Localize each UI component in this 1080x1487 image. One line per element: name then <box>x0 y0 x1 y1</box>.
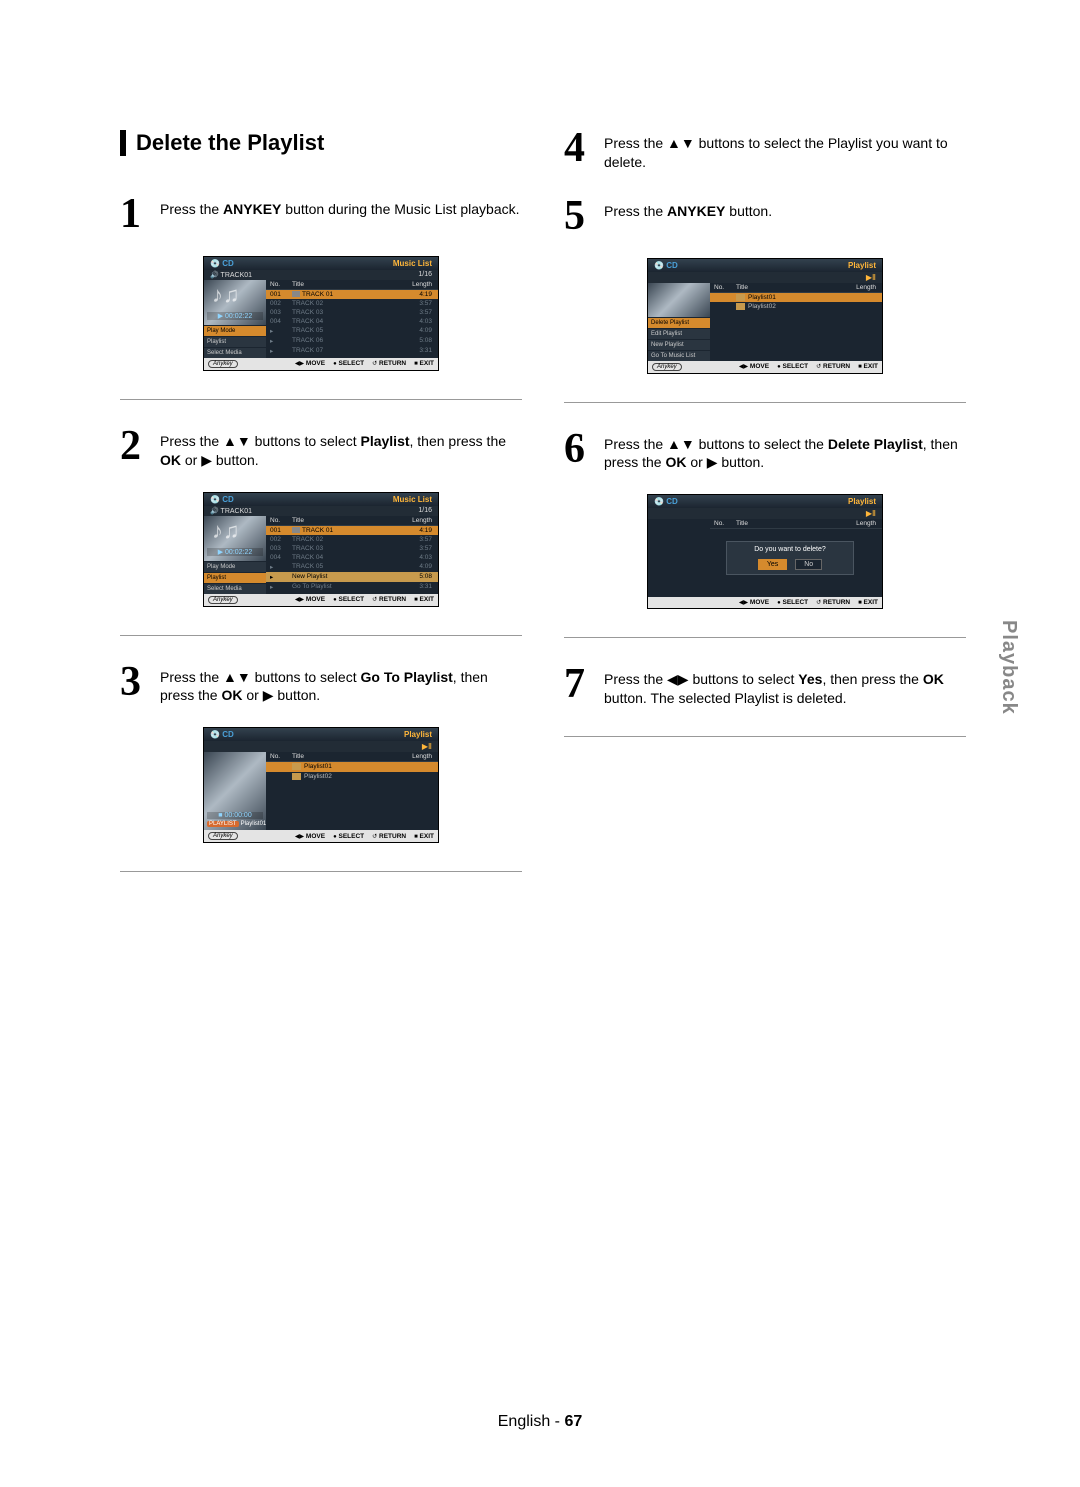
submenu-go-to-playlist[interactable]: ▸Go To Playlist3:31 <box>266 582 438 592</box>
step-number: 7 <box>564 666 592 704</box>
list-item[interactable]: Playlist01 <box>266 762 438 771</box>
screenshot-music-list-1: 💿 CD Music List 🔊 TRACK01 1/16 ♪♫ ▶ 00:0… <box>203 256 439 371</box>
playback-icon: ▶Ⅱ <box>866 509 876 518</box>
list-item[interactable]: 001TRACK 014:19 <box>266 290 438 299</box>
step-number: 2 <box>120 428 148 466</box>
list-item[interactable]: 002TRACK 023:57 <box>266 299 438 308</box>
list-item[interactable]: 001TRACK 014:19 <box>266 526 438 535</box>
submenu-new-playlist[interactable]: ▸New Playlist5:08 <box>266 572 438 582</box>
step-number: 1 <box>120 196 148 234</box>
separator <box>120 399 522 400</box>
step-number: 6 <box>564 431 592 469</box>
menu-playlist[interactable]: Playlist <box>204 336 266 347</box>
step-number: 4 <box>564 130 592 168</box>
list-item <box>710 315 882 317</box>
folder-icon <box>736 294 745 301</box>
list-header: No. Title Length <box>266 280 438 290</box>
text: Press the <box>160 201 223 217</box>
screen-name: Music List <box>393 259 432 268</box>
music-icon: ♪♫ <box>212 286 240 304</box>
menu-delete-playlist[interactable]: Delete Playlist <box>648 317 710 328</box>
separator <box>120 635 522 636</box>
playback-icon: ▶Ⅱ <box>866 273 876 282</box>
step-6: 6 Press the ▲▼ buttons to select the Del… <box>564 431 966 473</box>
no-button[interactable]: No <box>795 559 822 570</box>
step-text: Press the ANYKEY button. <box>604 198 772 221</box>
page-title: Delete the Playlist <box>120 130 522 156</box>
step-text: Press the ▲▼ buttons to select Go To Pla… <box>160 664 522 706</box>
screenshot-music-list-2: 💿 CD Music List 🔊 TRACK01 1/16 ♪♫ ▶ 00:0… <box>203 492 439 607</box>
menu-play-mode[interactable]: Play Mode <box>204 325 266 336</box>
step-3: 3 Press the ▲▼ buttons to select Go To P… <box>120 664 522 706</box>
step-5: 5 Press the ANYKEY button. <box>564 198 966 236</box>
chapter-tab: Playback <box>997 620 1020 715</box>
track-counter: 1/16 <box>418 271 432 279</box>
list-item[interactable]: 004TRACK 044:03 <box>266 317 438 326</box>
step-4: 4 Press the ▲▼ buttons to select the Pla… <box>564 130 966 172</box>
separator <box>564 637 966 638</box>
separator <box>564 736 966 737</box>
list-item[interactable]: 003TRACK 033:57 <box>266 308 438 317</box>
screenshot-playlist-menu: 💿 CD Playlist ▶Ⅱ Delete Playlist Edit Pl… <box>647 258 883 374</box>
menu-playlist[interactable]: Playlist <box>204 572 266 583</box>
list-item[interactable]: 002TRACK 023:57 <box>266 535 438 544</box>
list-item[interactable]: ▸TRACK 054:09 <box>266 326 438 336</box>
step-number: 5 <box>564 198 592 236</box>
list-item <box>266 787 438 789</box>
menu-go-to-music-list[interactable]: Go To Music List <box>648 350 710 361</box>
step-7: 7 Press the ◀▶ buttons to select Yes, th… <box>564 666 966 708</box>
list-item[interactable]: Playlist01 <box>710 293 882 302</box>
list-item[interactable]: 003TRACK 033:57 <box>266 544 438 553</box>
list-item[interactable]: Playlist02 <box>710 302 882 311</box>
anykey-button[interactable]: Anykey <box>652 363 682 371</box>
step-text: Press the ▲▼ buttons to select the Delet… <box>604 431 966 473</box>
yes-button[interactable]: Yes <box>758 559 787 570</box>
list-item[interactable]: ▸TRACK 065:08 <box>266 336 438 346</box>
track-name: 🔊 TRACK01 <box>210 271 252 279</box>
return-icon: ↺ <box>372 361 377 367</box>
step-1: 1 Press the ANYKEY button during the Mus… <box>120 196 522 234</box>
list-item[interactable]: 004TRACK 044:03 <box>266 553 438 562</box>
menu-select-media[interactable]: Select Media <box>204 347 266 358</box>
confirm-dialog: Do you want to delete? Yes No <box>726 541 854 575</box>
folder-icon <box>292 763 301 770</box>
folder-icon <box>292 773 301 780</box>
list-item[interactable]: Playlist02 <box>266 772 438 781</box>
list-item[interactable]: ▸TRACK 054:09 <box>266 562 438 572</box>
menu-edit-playlist[interactable]: Edit Playlist <box>648 328 710 339</box>
text: button during the Music List playback. <box>281 201 519 217</box>
page-footer: English - 67 <box>0 1413 1080 1431</box>
separator <box>564 402 966 403</box>
anykey-button[interactable]: Anykey <box>208 832 238 840</box>
music-icon: ♪♫ <box>212 522 240 540</box>
anykey-button[interactable]: Anykey <box>208 360 238 368</box>
step-text: Press the ▲▼ buttons to select Playlist,… <box>160 428 522 470</box>
screenshot-playlist-browse: 💿 CD Playlist ▶Ⅱ ■ 00:00:00 PLAYLISTPlay… <box>203 727 439 843</box>
cd-label: 💿 CD <box>210 259 234 268</box>
step-text: Press the ANYKEY button during the Music… <box>160 196 520 219</box>
nav-bar: Anykey ◀▶ MOVE ● SELECT ↺ RETURN ■ EXIT <box>204 358 438 370</box>
confirm-question: Do you want to delete? <box>731 546 849 553</box>
separator <box>120 871 522 872</box>
step-text: Press the ▲▼ buttons to select the Playl… <box>604 130 966 172</box>
menu-play-mode[interactable]: Play Mode <box>204 561 266 572</box>
list-item[interactable]: ▸TRACK 073:31 <box>266 346 438 356</box>
screenshot-delete-confirm: 💿 CD Playlist ▶Ⅱ No. Title Length <box>647 494 883 609</box>
select-icon: ● <box>333 361 337 367</box>
bold: ANYKEY <box>223 201 281 217</box>
step-text: Press the ◀▶ buttons to select Yes, then… <box>604 666 966 708</box>
step-2: 2 Press the ▲▼ buttons to select Playlis… <box>120 428 522 470</box>
playback-icon: ▶Ⅱ <box>422 742 432 751</box>
anykey-button[interactable]: Anykey <box>208 596 238 604</box>
exit-icon: ■ <box>414 361 418 367</box>
menu-select-media[interactable]: Select Media <box>204 583 266 594</box>
elapsed-time: ▶ 00:02:22 <box>207 312 263 320</box>
folder-icon <box>736 303 745 310</box>
menu-new-playlist[interactable]: New Playlist <box>648 339 710 350</box>
move-icon: ◀▶ <box>295 361 304 367</box>
step-number: 3 <box>120 664 148 702</box>
